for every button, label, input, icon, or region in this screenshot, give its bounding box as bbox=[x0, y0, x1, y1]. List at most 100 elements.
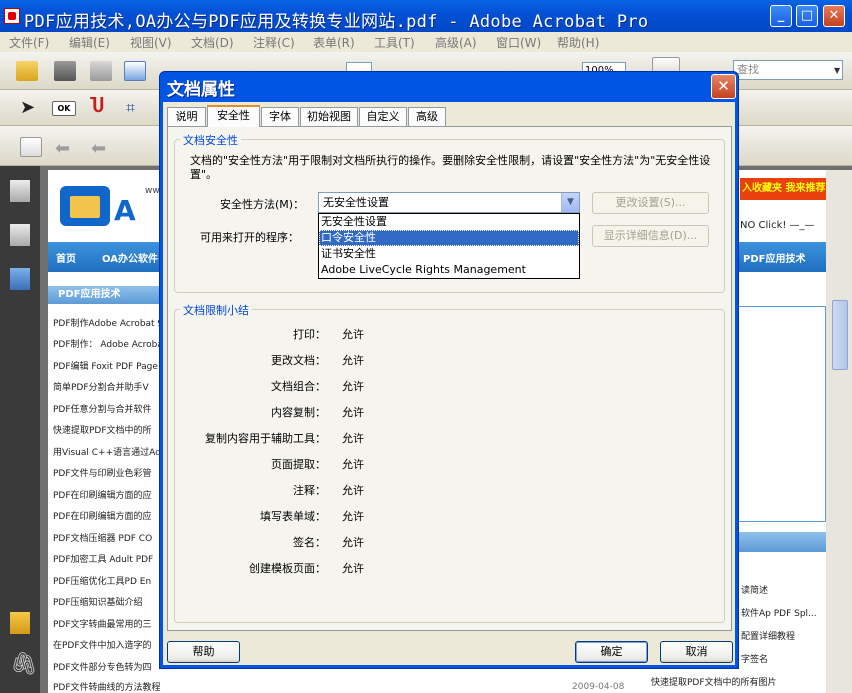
menu-advanced[interactable]: 高级(A) bbox=[435, 34, 477, 51]
app-title: PDF应用技术,OA办公与PDF应用及转换专业网站.pdf - Adobe Ac… bbox=[24, 12, 649, 32]
menu-forms[interactable]: 表单(R) bbox=[313, 34, 355, 51]
tab-fonts[interactable]: 字体 bbox=[261, 107, 299, 126]
menu-tools[interactable]: 工具(T) bbox=[374, 34, 415, 51]
cancel-button[interactable]: 取消 bbox=[660, 641, 733, 663]
security-method-select[interactable]: 无安全性设置 bbox=[318, 192, 580, 213]
right-column-box bbox=[735, 306, 826, 522]
article-link[interactable]: PDF制作： Adobe Acroba bbox=[53, 337, 160, 350]
undo-arrow-icon[interactable]: ⬅ bbox=[55, 138, 70, 159]
dialog-close-icon[interactable]: ✕ bbox=[711, 74, 736, 99]
minimize-button[interactable]: _ bbox=[770, 5, 792, 27]
restriction-assembly-value: 允许 bbox=[342, 380, 364, 393]
site-nav-pdf[interactable]: PDF应用技术 bbox=[743, 250, 805, 265]
article-link[interactable]: 简单PDF分割合并助手V bbox=[53, 380, 160, 393]
restriction-print-value: 允许 bbox=[342, 328, 364, 341]
can-open-label: 可用来打开的程序： bbox=[200, 231, 299, 244]
show-details-button[interactable]: 显示详细信息(D)... bbox=[592, 225, 709, 247]
article-link[interactable]: PDF文件与印刷业色彩管 bbox=[53, 466, 160, 479]
click-text: NO Click! —_— bbox=[740, 220, 815, 231]
tab-custom[interactable]: 自定义 bbox=[359, 107, 407, 126]
menu-bar bbox=[0, 32, 852, 52]
article-link[interactable]: PDF文字转曲最常用的三 bbox=[53, 617, 160, 630]
article-link[interactable]: PDF任意分割与合并软件 bbox=[53, 402, 160, 415]
tab-advanced[interactable]: 高级 bbox=[408, 107, 446, 126]
restriction-accessibility-copy-label: 复制内容用于辅助工具： bbox=[205, 432, 326, 445]
crop-icon[interactable]: ⌗ bbox=[126, 98, 135, 118]
article-link[interactable]: 快速提取PDF文档中的所 bbox=[53, 423, 160, 436]
article-link[interactable]: 用Visual C++语言通过Ad bbox=[53, 445, 160, 458]
article-link[interactable]: PDF制作Adobe Acrobat 9 bbox=[53, 316, 160, 329]
restriction-change-document-label: 更改文档： bbox=[271, 354, 326, 367]
search-input[interactable]: 查找 bbox=[733, 60, 843, 80]
document-security-group-label: 文档安全性 bbox=[180, 132, 241, 148]
menu-document[interactable]: 文档(D) bbox=[191, 34, 234, 51]
chevron-down-icon[interactable]: ▼ bbox=[561, 193, 579, 212]
open-folder-icon[interactable] bbox=[16, 61, 38, 81]
scrollbar-thumb[interactable] bbox=[832, 300, 848, 370]
vertical-scrollbar[interactable] bbox=[826, 170, 852, 693]
restriction-signing-value: 允许 bbox=[342, 536, 364, 549]
menu-edit[interactable]: 编辑(E) bbox=[69, 34, 110, 51]
menu-view[interactable]: 视图(V) bbox=[130, 34, 172, 51]
restriction-print-label: 打印： bbox=[293, 328, 326, 341]
right-article-link[interactable]: 软件Ap PDF Spl... bbox=[741, 606, 817, 619]
restriction-form-fill-label: 填写表单域： bbox=[260, 510, 326, 523]
article-link[interactable]: PDF压缩知识基础介绍 bbox=[53, 595, 160, 608]
menu-comments[interactable]: 注释(C) bbox=[253, 34, 295, 51]
ok-button[interactable]: 确定 bbox=[575, 641, 648, 663]
comments-panel-icon[interactable] bbox=[10, 612, 30, 634]
tab-security[interactable]: 安全性 bbox=[207, 105, 260, 127]
article-link[interactable]: PDF文件转曲线的方法教程 bbox=[53, 680, 193, 693]
site-nav-oa[interactable]: OA办公软件 bbox=[102, 250, 158, 265]
redo-arrow-icon[interactable]: ⬅ bbox=[91, 138, 106, 159]
right-article-link[interactable]: 读简述 bbox=[741, 583, 768, 596]
article-link[interactable]: PDF在印刷编辑方面的应 bbox=[53, 488, 160, 501]
bookmark-banner[interactable]: 入收藏夹 我来推荐 bbox=[740, 178, 826, 200]
article-link[interactable]: PDF压缩优化工具PD En bbox=[53, 574, 160, 587]
article-link[interactable]: PDF文件部分专色转为四 bbox=[53, 660, 160, 673]
restriction-signing-label: 签名： bbox=[293, 536, 326, 549]
redact-icon[interactable]: Ⴎ bbox=[90, 96, 104, 117]
spellcheck-icon[interactable] bbox=[20, 137, 42, 157]
ok-stamp-icon[interactable]: OK bbox=[52, 101, 76, 116]
dropdown-option-livecycle[interactable]: Adobe LiveCycle Rights Management bbox=[319, 262, 579, 278]
article-link[interactable]: PDF加密工具 Adult PDF bbox=[53, 552, 160, 565]
dropdown-option-no-security[interactable]: 无安全性设置 bbox=[319, 214, 579, 230]
article-date: 2009-04-08 bbox=[572, 682, 625, 692]
save-icon[interactable] bbox=[90, 61, 112, 81]
menu-help[interactable]: 帮助(H) bbox=[557, 34, 599, 51]
article-link[interactable]: PDF文档压缩器 PDF CO bbox=[53, 531, 160, 544]
restriction-template-pages-value: 允许 bbox=[342, 562, 364, 575]
dropdown-option-password-security[interactable]: 口令安全性 bbox=[319, 230, 579, 246]
pages-panel-icon[interactable] bbox=[10, 180, 30, 202]
attachments-paperclip-icon[interactable]: 🖇 bbox=[10, 652, 38, 677]
acrobat-app-icon[interactable] bbox=[4, 8, 20, 24]
help-button[interactable]: 帮助 bbox=[167, 641, 240, 663]
print-icon[interactable] bbox=[54, 61, 76, 81]
right-article-link[interactable]: 字签名 bbox=[741, 652, 768, 665]
search-dropdown-chevron-icon[interactable]: ▼ bbox=[834, 66, 840, 75]
restriction-accessibility-copy-value: 允许 bbox=[342, 432, 364, 445]
document-restrictions-group-label: 文档限制小结 bbox=[180, 302, 252, 318]
bookmarks-panel-icon[interactable] bbox=[10, 224, 30, 246]
site-nav-home[interactable]: 首页 bbox=[56, 250, 76, 265]
article-link[interactable]: 在PDF文件中加入造字的 bbox=[53, 638, 160, 651]
restriction-assembly-label: 文档组合： bbox=[271, 380, 326, 393]
change-settings-button[interactable]: 更改设置(S)... bbox=[592, 192, 709, 214]
dropdown-option-certificate-security[interactable]: 证书安全性 bbox=[319, 246, 579, 262]
signatures-panel-icon[interactable] bbox=[10, 268, 30, 290]
menu-window[interactable]: 窗口(W) bbox=[496, 34, 541, 51]
window-close-button[interactable]: ✕ bbox=[823, 5, 845, 27]
article-link[interactable]: PDF编辑 Foxit PDF Page bbox=[53, 359, 160, 372]
restriction-comments-value: 允许 bbox=[342, 484, 364, 497]
select-arrow-icon[interactable]: ➤ bbox=[20, 97, 35, 118]
right-article-link[interactable]: 配置详细教程 bbox=[741, 629, 795, 642]
email-icon[interactable] bbox=[124, 61, 146, 81]
menu-file[interactable]: 文件(F) bbox=[9, 34, 49, 51]
maximize-button[interactable]: □ bbox=[796, 5, 818, 27]
restriction-content-copy-value: 允许 bbox=[342, 406, 364, 419]
article-link[interactable]: PDF在印刷编辑方面的应 bbox=[53, 509, 160, 522]
tab-initial-view[interactable]: 初始视图 bbox=[300, 107, 358, 126]
tab-description[interactable]: 说明 bbox=[167, 107, 206, 126]
right-article-link[interactable]: 快速提取PDF文档中的所有图片 bbox=[651, 675, 777, 688]
